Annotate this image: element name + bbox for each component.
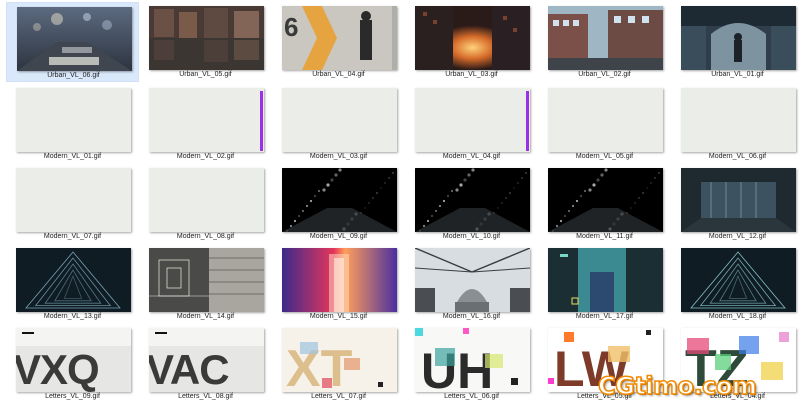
file-thumbnail[interactable]	[16, 248, 131, 312]
file-thumbnail-grid: Urban_VL_06.gif Urban_VL_05.gif 6 Urban_…	[0, 0, 800, 405]
file-thumbnail[interactable]	[149, 168, 264, 232]
file-item[interactable]: Urban_VL_05.gif	[139, 2, 272, 82]
file-thumbnail[interactable]	[548, 248, 663, 312]
file-thumbnail[interactable]	[548, 6, 663, 70]
file-item[interactable]: UH Letters_VL_06.gif	[405, 324, 538, 404]
file-name-label[interactable]: Modern_VL_12.gif	[671, 233, 800, 240]
file-thumbnail[interactable]: LW	[548, 328, 663, 392]
file-name-label[interactable]: Modern_VL_14.gif	[139, 313, 272, 320]
file-thumbnail[interactable]	[415, 168, 530, 232]
file-name-label[interactable]: Urban_VL_04.gif	[272, 71, 405, 78]
file-thumbnail[interactable]: 6	[282, 6, 397, 70]
file-item[interactable]: Modern_VL_13.gif	[6, 244, 139, 324]
file-name-label[interactable]: Urban_VL_05.gif	[139, 71, 272, 78]
file-item[interactable]: Modern_VL_01.gif	[6, 84, 139, 164]
file-thumbnail[interactable]	[681, 248, 796, 312]
file-thumbnail[interactable]	[149, 248, 264, 312]
file-name-label[interactable]: Modern_VL_15.gif	[272, 313, 405, 320]
file-name-label[interactable]: Urban_VL_02.gif	[538, 71, 671, 78]
file-name-label[interactable]: Modern_VL_16.gif	[405, 313, 538, 320]
file-name-label[interactable]: Urban_VL_03.gif	[405, 71, 538, 78]
file-name-label[interactable]: Letters_VL_08.gif	[139, 393, 272, 400]
file-name-label[interactable]: Letters_VL_04.gif	[671, 393, 800, 400]
file-item[interactable]: Modern_VL_06.gif	[671, 84, 800, 164]
file-thumbnail[interactable]: TZ	[681, 328, 796, 392]
file-item[interactable]: Modern_VL_18.gif	[671, 244, 800, 324]
file-thumbnail[interactable]	[681, 168, 796, 232]
file-item[interactable]: Modern_VL_10.gif	[405, 164, 538, 244]
file-name-label[interactable]: Modern_VL_04.gif	[405, 153, 538, 160]
file-thumbnail[interactable]	[681, 6, 796, 70]
file-name-label[interactable]: Modern_VL_03.gif	[272, 153, 405, 160]
file-thumbnail[interactable]	[149, 88, 264, 152]
file-thumbnail[interactable]	[17, 7, 132, 71]
file-name-label[interactable]: Modern_VL_06.gif	[671, 153, 800, 160]
svg-text:VAC: VAC	[149, 346, 229, 392]
file-name-label[interactable]: Urban_VL_01.gif	[671, 71, 800, 78]
file-item[interactable]: Modern_VL_12.gif	[671, 164, 800, 244]
file-item[interactable]: Modern_VL_02.gif	[139, 84, 272, 164]
file-item[interactable]: XT Letters_VL_07.gif	[272, 324, 405, 404]
svg-text:XT: XT	[286, 340, 353, 392]
file-name-label[interactable]: Modern_VL_18.gif	[671, 313, 800, 320]
svg-text:UH: UH	[421, 343, 493, 392]
file-name-label[interactable]: Letters_VL_05.gif	[538, 393, 671, 400]
file-name-label[interactable]: Modern_VL_11.gif	[538, 233, 671, 240]
file-thumbnail[interactable]	[282, 88, 397, 152]
file-item[interactable]: Modern_VL_07.gif	[6, 164, 139, 244]
file-thumbnail[interactable]	[548, 168, 663, 232]
file-thumbnail[interactable]: UH	[415, 328, 530, 392]
svg-text:VXQ: VXQ	[16, 346, 99, 392]
file-name-label[interactable]: Modern_VL_09.gif	[272, 233, 405, 240]
file-item[interactable]: 6 Urban_VL_04.gif	[272, 2, 405, 82]
file-name-label[interactable]: Modern_VL_08.gif	[139, 233, 272, 240]
file-item[interactable]: LW Letters_VL_05.gif	[538, 324, 671, 404]
file-name-label[interactable]: Urban_VL_06.gif	[7, 72, 140, 79]
file-thumbnail[interactable]: VXQ	[16, 328, 131, 392]
file-thumbnail[interactable]	[16, 88, 131, 152]
file-item[interactable]: Modern_VL_14.gif	[139, 244, 272, 324]
file-name-label[interactable]: Modern_VL_13.gif	[6, 313, 139, 320]
file-name-label[interactable]: Modern_VL_05.gif	[538, 153, 671, 160]
file-name-label[interactable]: Letters_VL_09.gif	[6, 393, 139, 400]
file-item[interactable]: Urban_VL_03.gif	[405, 2, 538, 82]
file-item[interactable]: Modern_VL_09.gif	[272, 164, 405, 244]
file-name-label[interactable]: Modern_VL_17.gif	[538, 313, 671, 320]
file-thumbnail[interactable]	[16, 168, 131, 232]
file-name-label[interactable]: Modern_VL_02.gif	[139, 153, 272, 160]
file-item[interactable]: VXQ Letters_VL_09.gif	[6, 324, 139, 404]
file-item[interactable]: Modern_VL_03.gif	[272, 84, 405, 164]
file-item[interactable]: Modern_VL_05.gif	[538, 84, 671, 164]
file-thumbnail[interactable]	[415, 88, 530, 152]
file-name-label[interactable]: Letters_VL_07.gif	[272, 393, 405, 400]
file-item[interactable]: VAC Letters_VL_08.gif	[139, 324, 272, 404]
file-name-label[interactable]: Modern_VL_10.gif	[405, 233, 538, 240]
file-item[interactable]: Modern_VL_16.gif	[405, 244, 538, 324]
file-thumbnail[interactable]	[282, 168, 397, 232]
file-thumbnail[interactable]: VAC	[149, 328, 264, 392]
file-item[interactable]: Urban_VL_01.gif	[671, 2, 800, 82]
file-item[interactable]: Modern_VL_15.gif	[272, 244, 405, 324]
file-name-label[interactable]: Letters_VL_06.gif	[405, 393, 538, 400]
file-name-label[interactable]: Modern_VL_01.gif	[6, 153, 139, 160]
file-name-label[interactable]: Modern_VL_07.gif	[6, 233, 139, 240]
svg-text:6: 6	[284, 12, 298, 42]
file-item[interactable]: TZ Letters_VL_04.gif	[671, 324, 800, 404]
file-thumbnail[interactable]	[548, 88, 663, 152]
file-item[interactable]: Modern_VL_17.gif	[538, 244, 671, 324]
file-thumbnail[interactable]	[415, 248, 530, 312]
file-item[interactable]: Modern_VL_04.gif	[405, 84, 538, 164]
file-item[interactable]: Urban_VL_06.gif	[6, 2, 139, 82]
file-item[interactable]: Urban_VL_02.gif	[538, 2, 671, 82]
file-thumbnail[interactable]	[282, 248, 397, 312]
file-item[interactable]: Modern_VL_11.gif	[538, 164, 671, 244]
file-thumbnail[interactable]	[415, 6, 530, 70]
file-thumbnail[interactable]	[681, 88, 796, 152]
file-thumbnail[interactable]	[149, 6, 264, 70]
file-thumbnail[interactable]: XT	[282, 328, 397, 392]
file-item[interactable]: Modern_VL_08.gif	[139, 164, 272, 244]
